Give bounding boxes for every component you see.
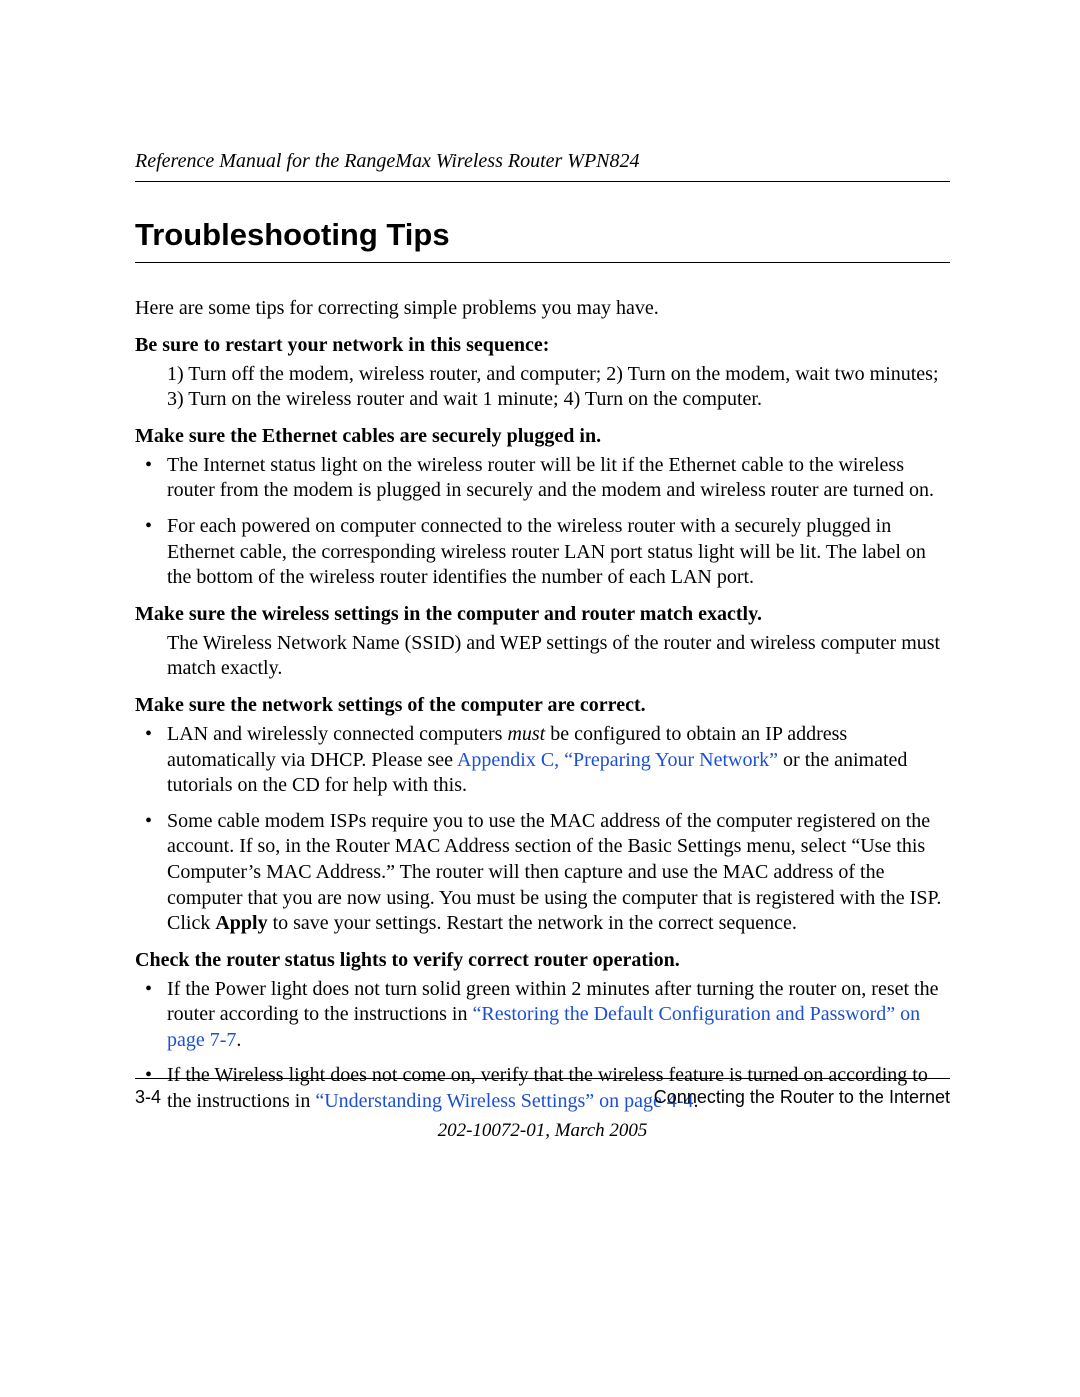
ethernet-heading: Make sure the Ethernet cables are secure… — [135, 425, 950, 448]
running-head: Reference Manual for the RangeMax Wirele… — [135, 150, 950, 182]
status-lights-heading: Check the router status lights to verify… — [135, 949, 950, 972]
network-settings-heading: Make sure the network settings of the co… — [135, 694, 950, 717]
appendix-c-link[interactable]: Appendix C, “Preparing Your Network” — [457, 749, 778, 771]
section-title: Troubleshooting Tips — [135, 217, 950, 263]
network-settings-bullet-list: LAN and wirelessly connected computers m… — [135, 722, 950, 937]
text: LAN and wirelessly connected computers — [167, 723, 507, 745]
page-number: 3-4 — [135, 1087, 161, 1108]
italic-text: must — [507, 723, 545, 745]
text: . — [236, 1029, 241, 1051]
list-item: If the Power light does not turn solid g… — [167, 977, 950, 1054]
wireless-settings-heading: Make sure the wireless settings in the c… — [135, 603, 950, 626]
restart-sequence-heading: Be sure to restart your network in this … — [135, 334, 950, 357]
list-item: For each powered on computer connected t… — [167, 514, 950, 591]
list-item: Some cable modem ISPs require you to use… — [167, 809, 950, 937]
ethernet-bullet-list: The Internet status light on the wireles… — [135, 453, 950, 591]
bold-text: Apply — [215, 912, 267, 934]
list-item: The Internet status light on the wireles… — [167, 453, 950, 504]
document-page: Reference Manual for the RangeMax Wirele… — [0, 0, 1080, 1397]
wireless-settings-body: The Wireless Network Name (SSID) and WEP… — [167, 631, 950, 682]
chapter-title: Connecting the Router to the Internet — [654, 1087, 950, 1108]
document-version: 202-10072-01, March 2005 — [135, 1120, 950, 1142]
text: to save your settings. Restart the netwo… — [268, 912, 797, 934]
intro-paragraph: Here are some tips for correcting simple… — [135, 296, 950, 322]
restart-sequence-body: 1) Turn off the modem, wireless router, … — [167, 362, 950, 413]
list-item: LAN and wirelessly connected computers m… — [167, 722, 950, 799]
page-footer: 3-4 Connecting the Router to the Interne… — [135, 1078, 950, 1142]
